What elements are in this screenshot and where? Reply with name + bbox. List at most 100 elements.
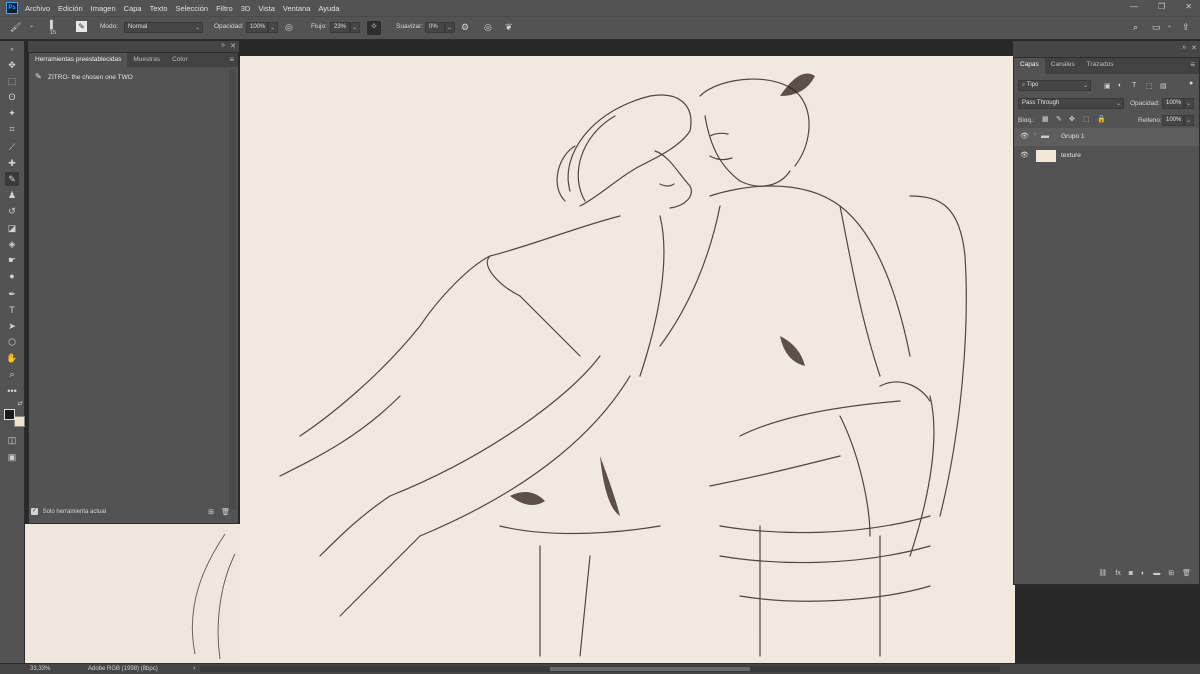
flow-input[interactable]: 23% xyxy=(330,22,350,33)
healing-tool-icon[interactable]: ✚ xyxy=(5,156,19,170)
blend-mode-select[interactable]: Pass Through ⌄ xyxy=(1018,98,1124,109)
flow-dropdown[interactable]: ⌄ xyxy=(350,22,360,33)
new-preset-icon[interactable]: ⊞ xyxy=(208,508,214,516)
zoom-level[interactable]: 33,33% xyxy=(30,666,50,672)
menu-vista[interactable]: Vista xyxy=(258,4,275,13)
layer-opacity-input[interactable]: 100% xyxy=(1162,98,1184,109)
menu-ayuda[interactable]: Ayuda xyxy=(318,4,339,13)
panel-menu-icon[interactable]: ≡ xyxy=(1190,60,1195,69)
more-tools-icon[interactable]: ••• xyxy=(5,384,19,398)
menu-ventana[interactable]: Ventana xyxy=(283,4,311,13)
expand-arrow-icon[interactable]: › xyxy=(1034,132,1036,138)
close-panel-icon[interactable]: ✕ xyxy=(1191,44,1197,52)
filter-toggle-icon[interactable]: ● xyxy=(1189,80,1193,87)
move-tool-icon[interactable]: ✥ xyxy=(5,58,19,72)
eraser-tool-icon[interactable]: ◪ xyxy=(5,221,19,235)
collapse-icon[interactable]: » xyxy=(5,43,19,57)
filter-pixel-icon[interactable]: ▣ xyxy=(1104,82,1111,90)
zoom-tool-icon[interactable]: ⌕ xyxy=(5,367,19,381)
menu-archivo[interactable]: Archivo xyxy=(25,4,50,13)
pen-tool-icon[interactable]: ✒ xyxy=(5,287,19,301)
workspace-icon[interactable]: ▭ xyxy=(1152,22,1161,33)
preset-list-item[interactable]: ✎ ZITRO- the chosen one TWO xyxy=(31,71,223,85)
adjustment-icon[interactable]: ◐ xyxy=(1141,570,1145,577)
visibility-eye-icon[interactable]: 👁 xyxy=(1020,132,1029,140)
lasso-tool-icon[interactable]: ʘ xyxy=(5,90,19,104)
opacity-input[interactable]: 100% xyxy=(246,22,268,33)
visibility-eye-icon[interactable]: 👁 xyxy=(1020,151,1029,159)
pressure-opacity-icon[interactable]: ◎ xyxy=(285,22,293,33)
swap-colors-icon[interactable]: ⇄ xyxy=(13,397,27,411)
fill-dropdown[interactable]: ⌄ xyxy=(1184,115,1194,126)
opacity-dropdown[interactable]: ⌄ xyxy=(268,22,278,33)
airbrush-icon[interactable]: ✧ xyxy=(367,21,381,35)
menu-edicion[interactable]: Edición xyxy=(58,4,83,13)
tab-tool-presets[interactable]: Herramientas preestablecidas xyxy=(29,53,128,67)
fill-input[interactable]: 100% xyxy=(1162,115,1184,126)
background-color-swatch[interactable] xyxy=(14,416,25,427)
current-tool-only-checkbox[interactable]: ✓ xyxy=(31,508,38,515)
hand-tool-icon[interactable]: ✋ xyxy=(5,351,19,365)
foreground-color-swatch[interactable] xyxy=(4,409,15,420)
layer-filter-select[interactable]: ⌕ Tipo ⌄ xyxy=(1018,80,1091,91)
quick-select-tool-icon[interactable]: ✦ xyxy=(5,106,19,120)
lock-artboard-icon[interactable]: ⬚ xyxy=(1083,115,1090,123)
paint-bucket-icon[interactable]: ◈ xyxy=(5,237,19,251)
mode-select[interactable]: Normal ⌄ xyxy=(124,22,203,33)
tab-layers[interactable]: Capas xyxy=(1014,58,1045,74)
shape-tool-icon[interactable]: ⬡ xyxy=(5,335,19,349)
tab-channels[interactable]: Canales xyxy=(1045,58,1081,74)
horizontal-scrollbar[interactable] xyxy=(200,666,1000,672)
scroll-thumb[interactable] xyxy=(550,667,750,671)
fx-icon[interactable]: fx xyxy=(1115,570,1120,577)
collapse-panel-icon[interactable]: » xyxy=(1182,44,1186,51)
lock-pixels-icon[interactable]: ✎ xyxy=(1056,115,1062,123)
chevron-right-icon[interactable]: › xyxy=(193,665,195,672)
filter-shape-icon[interactable]: ⬚ xyxy=(1146,82,1153,90)
quick-mask-icon[interactable]: ◫ xyxy=(5,433,19,447)
path-select-icon[interactable]: ➤ xyxy=(5,319,19,333)
history-brush-icon[interactable]: ↺ xyxy=(5,204,19,218)
menu-capa[interactable]: Capa xyxy=(124,4,142,13)
dodge-tool-icon[interactable]: ● xyxy=(5,269,19,283)
menu-3d[interactable]: 3D xyxy=(241,4,251,13)
lock-all-icon[interactable]: 🔒 xyxy=(1097,115,1106,123)
smoothing-dropdown[interactable]: ⌄ xyxy=(445,22,455,33)
pressure-size-icon[interactable]: ◎ xyxy=(484,22,492,33)
marquee-tool-icon[interactable]: ⬚ xyxy=(5,74,19,88)
filter-smart-icon[interactable]: ▤ xyxy=(1160,82,1167,90)
panel-menu-icon[interactable]: ≡ xyxy=(229,55,234,64)
stamp-tool-icon[interactable]: ♟ xyxy=(5,188,19,202)
brush-tool-icon[interactable]: 🖌 xyxy=(10,22,21,33)
filter-type-icon[interactable]: T xyxy=(1132,82,1136,89)
menu-seleccion[interactable]: Selección xyxy=(176,4,209,13)
restore-icon[interactable]: ❐ xyxy=(1158,2,1165,11)
close-icon[interactable]: ✕ xyxy=(1185,2,1192,11)
minimize-icon[interactable]: — xyxy=(1130,2,1138,11)
brush-settings-icon[interactable]: ✎ xyxy=(76,21,87,32)
share-icon[interactable]: ⇪ xyxy=(1182,22,1190,33)
close-panel-icon[interactable]: ✕ xyxy=(230,42,236,50)
document-canvas[interactable] xyxy=(240,56,1015,664)
menu-imagen[interactable]: Imagen xyxy=(91,4,116,13)
trash-icon[interactable]: 🗑 xyxy=(221,508,230,516)
folder-icon[interactable]: ▬ xyxy=(1153,570,1160,577)
menu-filtro[interactable]: Filtro xyxy=(216,4,233,13)
layer-opacity-dropdown[interactable]: ⌄ xyxy=(1184,98,1194,109)
type-tool-icon[interactable]: T xyxy=(5,303,19,317)
crop-tool-icon[interactable]: ⌗ xyxy=(5,122,19,136)
new-layer-icon[interactable]: ⊞ xyxy=(1168,569,1174,577)
collapse-panel-icon[interactable]: » xyxy=(221,42,225,49)
menu-texto[interactable]: Texto xyxy=(150,4,168,13)
mask-icon[interactable]: ◙ xyxy=(1129,570,1133,577)
eyedropper-tool-icon[interactable]: ⟋ xyxy=(5,140,19,154)
gear-icon[interactable]: ⚙ xyxy=(461,22,469,33)
trash-icon[interactable]: 🗑 xyxy=(1182,569,1191,577)
link-icon[interactable]: ⛓ xyxy=(1098,569,1107,577)
tab-color[interactable]: Color xyxy=(166,53,194,67)
lock-transparent-icon[interactable]: ▦ xyxy=(1042,115,1049,123)
smoothing-input[interactable]: 0% xyxy=(425,22,445,33)
layer-row-texture[interactable]: 👁 texture xyxy=(1014,147,1199,165)
presets-scrollbar[interactable] xyxy=(229,69,236,509)
symmetry-icon[interactable]: ❦ xyxy=(505,22,513,33)
